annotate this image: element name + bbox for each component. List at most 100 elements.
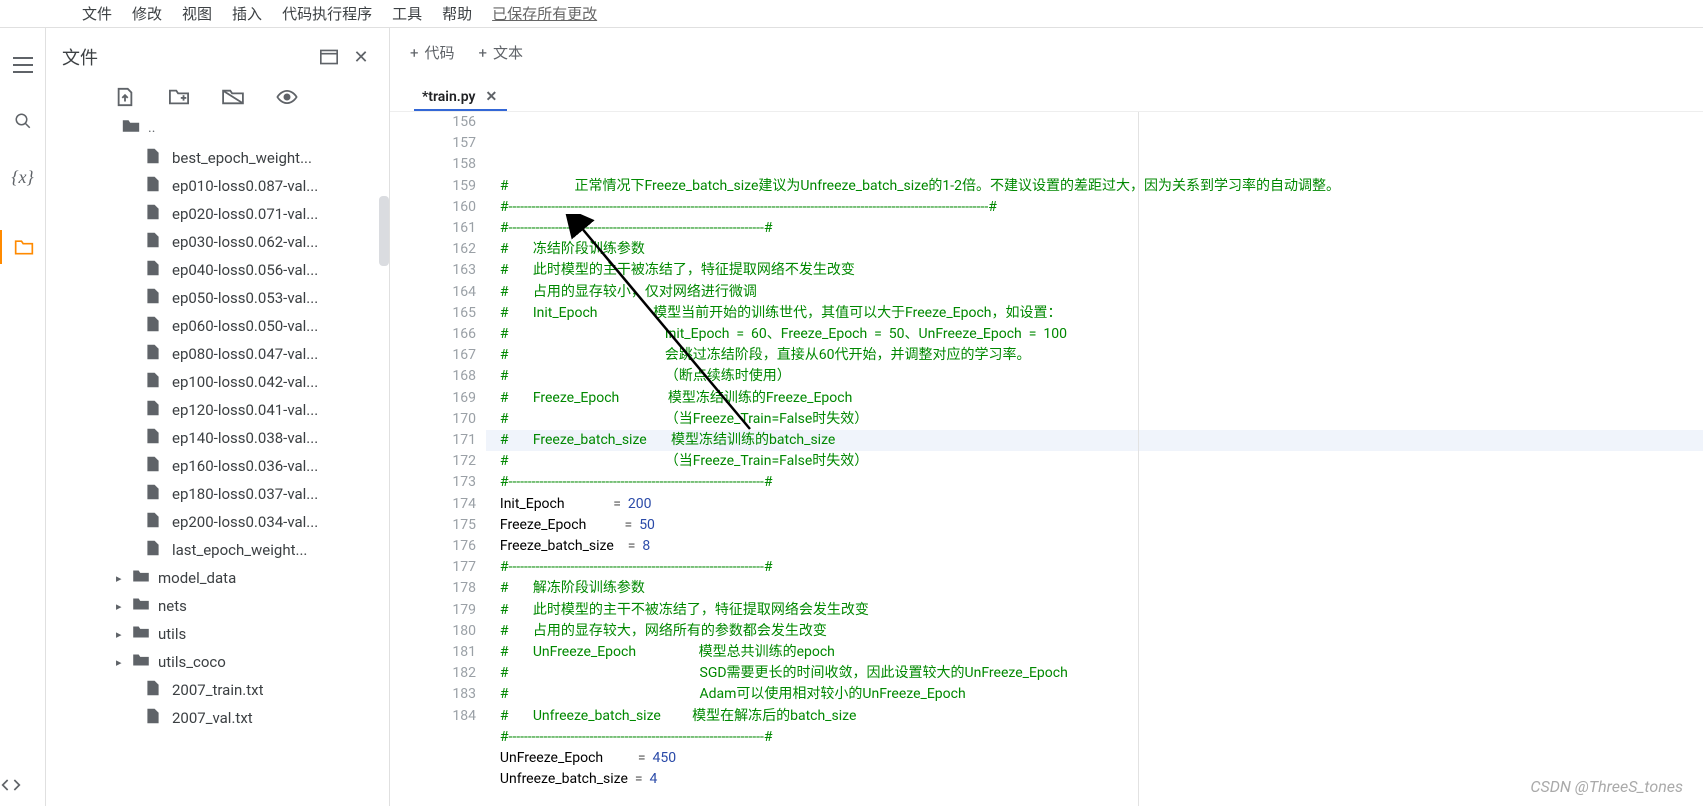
left-rail: {x}: [0, 28, 46, 806]
item-label: ep100-loss0.042-val...: [172, 373, 318, 391]
item-label: best_epoch_weight...: [172, 149, 312, 167]
item-label: ep180-loss0.037-val...: [172, 485, 318, 503]
file-icon: [146, 540, 164, 560]
file-icon: [146, 344, 164, 364]
tab-row: *train.py ✕: [390, 75, 1703, 111]
close-icon[interactable]: ✕: [349, 45, 373, 69]
file-toolbar: [46, 78, 389, 112]
plus-icon: +: [410, 44, 419, 62]
item-label: nets: [158, 597, 187, 615]
menu-tools[interactable]: 工具: [392, 3, 422, 24]
add-code-button[interactable]: +代码: [410, 42, 455, 63]
menu-help[interactable]: 帮助: [442, 3, 472, 24]
menubar: 文件 修改 视图 插入 代码执行程序 工具 帮助 已保存所有更改: [0, 0, 1703, 28]
new-window-icon[interactable]: [317, 45, 341, 69]
plus-icon: +: [479, 44, 488, 62]
item-label: model_data: [158, 569, 236, 587]
item-label: ep010-loss0.087-val...: [172, 177, 318, 195]
file-icon: [146, 680, 164, 700]
file-item[interactable]: ep200-loss0.034-val...: [146, 508, 389, 536]
folder-icon: [132, 625, 150, 643]
folder-item[interactable]: nets: [146, 592, 389, 620]
cell-toolbar: +代码 +文本: [390, 28, 1703, 75]
file-item[interactable]: ep050-loss0.053-val...: [146, 284, 389, 312]
parent-folder-label: ..: [148, 120, 155, 136]
line-gutter: 1561571581591601611621631641651661671681…: [444, 112, 486, 806]
file-item[interactable]: ep100-loss0.042-val...: [146, 368, 389, 396]
menu-view[interactable]: 视图: [182, 3, 212, 24]
file-icon: [146, 260, 164, 280]
variables-icon[interactable]: {x}: [12, 166, 34, 188]
file-icon: [146, 316, 164, 336]
item-label: ep120-loss0.041-val...: [172, 401, 318, 419]
item-label: 2007_val.txt: [172, 709, 253, 727]
editor-area: +代码 +文本 *train.py ✕ 15615715815916016116…: [390, 28, 1703, 806]
file-item[interactable]: ep140-loss0.038-val...: [146, 424, 389, 452]
file-item[interactable]: ep160-loss0.036-val...: [146, 452, 389, 480]
item-label: last_epoch_weight...: [172, 541, 307, 559]
file-icon: [146, 232, 164, 252]
mount-drive-icon[interactable]: [222, 86, 244, 108]
tab-label: *train.py: [422, 89, 476, 105]
file-item[interactable]: ep010-loss0.087-val...: [146, 172, 389, 200]
file-item[interactable]: ep080-loss0.047-val...: [146, 340, 389, 368]
parent-folder[interactable]: ..: [46, 112, 389, 140]
code-snippet-icon[interactable]: [0, 774, 22, 796]
file-item[interactable]: ep180-loss0.037-val...: [146, 480, 389, 508]
file-panel-title: 文件: [62, 44, 309, 70]
upload-icon[interactable]: [114, 86, 136, 108]
file-icon: [146, 148, 164, 168]
menu-edit[interactable]: 修改: [132, 3, 162, 24]
new-folder-icon[interactable]: [168, 86, 190, 108]
toc-icon[interactable]: [12, 54, 34, 76]
file-icon: [146, 484, 164, 504]
folder-item[interactable]: utils_coco: [146, 648, 389, 676]
file-icon: [146, 176, 164, 196]
menu-insert[interactable]: 插入: [232, 3, 262, 24]
file-item[interactable]: 2007_train.txt: [146, 676, 389, 704]
menu-runtime[interactable]: 代码执行程序: [282, 3, 372, 24]
file-icon: [146, 512, 164, 532]
search-icon[interactable]: [12, 110, 34, 132]
folder-icon: [132, 653, 150, 671]
folder-icon: [132, 597, 150, 615]
watermark: CSDN @ThreeS_tones: [1530, 777, 1683, 796]
file-item[interactable]: ep040-loss0.056-val...: [146, 256, 389, 284]
item-label: ep200-loss0.034-val...: [172, 513, 318, 531]
show-hidden-icon[interactable]: [276, 86, 298, 108]
menu-file[interactable]: 文件: [82, 3, 112, 24]
file-panel: 文件 ✕ .. best_epoch_we: [46, 28, 390, 806]
file-item[interactable]: 2007_val.txt: [146, 704, 389, 732]
file-item[interactable]: ep020-loss0.071-val...: [146, 200, 389, 228]
folder-item[interactable]: utils: [146, 620, 389, 648]
files-tab-icon[interactable]: [0, 230, 45, 264]
file-tree[interactable]: best_epoch_weight... ep010-loss0.087-val.…: [46, 140, 389, 806]
file-icon: [146, 204, 164, 224]
file-icon: [146, 456, 164, 476]
item-label: ep040-loss0.056-val...: [172, 261, 318, 279]
save-status: 已保存所有更改: [492, 3, 597, 24]
file-icon: [146, 428, 164, 448]
file-item[interactable]: ep120-loss0.041-val...: [146, 396, 389, 424]
file-icon: [146, 372, 164, 392]
item-label: 2007_train.txt: [172, 681, 264, 699]
file-item[interactable]: ep030-loss0.062-val...: [146, 228, 389, 256]
tab-close-icon[interactable]: ✕: [486, 89, 498, 105]
item-label: ep140-loss0.038-val...: [172, 429, 318, 447]
code-content[interactable]: # 正常情况下Freeze_batch_size建议为Unfreeze_batc…: [486, 112, 1703, 806]
file-item[interactable]: ep060-loss0.050-val...: [146, 312, 389, 340]
scrollbar-thumb[interactable]: [379, 196, 389, 266]
folder-item[interactable]: model_data: [146, 564, 389, 592]
item-label: ep050-loss0.053-val...: [172, 289, 318, 307]
item-label: ep060-loss0.050-val...: [172, 317, 318, 335]
item-label: ep080-loss0.047-val...: [172, 345, 318, 363]
code-editor[interactable]: 1561571581591601611621631641651661671681…: [390, 111, 1703, 806]
file-item[interactable]: best_epoch_weight...: [146, 144, 389, 172]
item-label: ep160-loss0.036-val...: [172, 457, 318, 475]
tab-train-py[interactable]: *train.py ✕: [414, 83, 507, 111]
file-icon: [146, 708, 164, 728]
folder-icon: [122, 118, 140, 138]
add-text-button[interactable]: +文本: [479, 42, 524, 63]
item-label: utils: [158, 625, 186, 643]
file-item[interactable]: last_epoch_weight...: [146, 536, 389, 564]
